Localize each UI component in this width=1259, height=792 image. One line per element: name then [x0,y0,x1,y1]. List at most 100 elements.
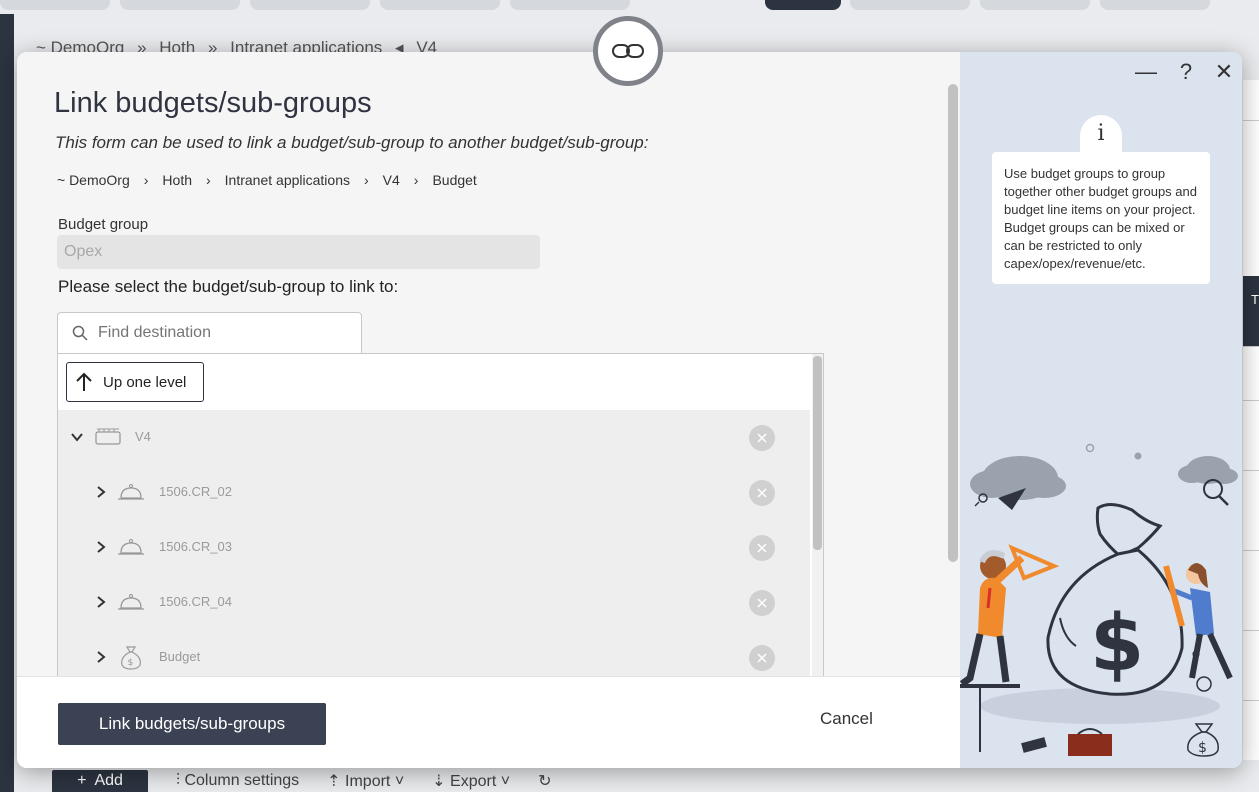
chevron-down-icon[interactable] [70,430,84,444]
breadcrumb-item: V4 [382,172,400,188]
phone-icon [1021,737,1047,753]
search-input[interactable] [98,324,348,342]
budget-group-label: Budget group [58,216,149,233]
chevron-right-icon: › [206,172,211,188]
remove-icon[interactable] [749,480,775,506]
remove-icon[interactable] [749,535,775,561]
help-icon[interactable]: ? [1172,58,1200,86]
link-budgets-button[interactable]: Link budgets/sub-groups [58,703,326,745]
app-tab[interactable] [120,0,240,10]
dot-decoration [1196,676,1212,692]
add-button[interactable]: + Add [52,770,148,792]
grid-row-divider [1243,400,1259,401]
app-tab[interactable] [510,0,630,10]
export-button[interactable]: ⇣ Export ˅ [432,771,510,791]
help-text: Use budget groups to group together othe… [992,152,1210,284]
export-icon: ⇣ [432,773,451,790]
remove-icon[interactable] [749,590,775,616]
minimize-icon[interactable]: — [1132,58,1160,86]
form-scrollbar[interactable] [948,84,958,564]
app-tab[interactable] [250,0,370,10]
toolbox-icon [1068,734,1112,756]
grid-row-divider [1243,630,1259,631]
svg-text:$: $ [1090,599,1144,689]
dialog-title: Link budgets/sub-groups [54,87,372,119]
svg-text:$: $ [1198,740,1207,756]
svg-text:$: $ [128,658,134,668]
app-tab-active[interactable] [765,0,841,10]
refresh-icon[interactable]: ↻ [538,771,551,791]
chevron-right-icon: › [413,172,419,188]
app-grid-edge [1243,80,1259,760]
import-label: Import [345,773,391,790]
grid-row-divider [1243,120,1259,121]
dot-decoration [1085,443,1095,453]
tree-row[interactable]: 1506.CR_02 [58,465,810,520]
bell-icon [118,594,144,610]
grid-header-cell: T [1243,276,1259,346]
tree-row-label: 1506.CR_04 [159,594,232,609]
destination-prompt: Please select the budget/sub-group to li… [58,277,399,296]
import-button[interactable]: ⇡ Import ˅ [327,771,404,791]
grid-header-label: T [1251,292,1259,307]
up-one-level-button[interactable]: Up one level [66,362,204,402]
close-icon[interactable]: ✕ [1210,58,1238,86]
dialog-subtitle: This form can be used to link a budget/s… [55,133,649,152]
chevron-right-icon[interactable] [94,540,108,554]
chevron-right-icon: › [363,172,369,188]
breadcrumb-item: Hoth [162,172,192,188]
link-budgets-dialog: Link budgets/sub-groups This form can be… [17,52,1242,768]
budget-group-field [57,235,540,269]
import-icon: ⇡ [327,773,346,790]
money-bag-icon: $ [121,646,141,670]
arrow-up-icon [76,372,92,391]
breadcrumb: ~ DemoOrg › Hoth › Intranet applications… [57,172,477,188]
export-label: Export [450,773,497,790]
dot-decoration [1134,452,1142,460]
tree-row-label: Budget [159,649,201,664]
tree-row[interactable]: 1506.CR_03 [58,520,810,575]
breadcrumb-item: ~ DemoOrg [57,172,130,188]
app-top-bar [0,0,1259,14]
tree-row[interactable]: 1506.CR_04 [58,575,810,630]
form-pane: Link budgets/sub-groups This form can be… [17,52,960,676]
scrollbar-thumb[interactable] [813,356,822,550]
app-tab[interactable] [850,0,970,10]
plus-icon: + [77,772,87,789]
remove-icon[interactable] [749,425,775,451]
app-tab[interactable] [0,0,110,10]
bell-icon [118,484,144,500]
tree-row[interactable]: V4 [58,410,810,465]
grid-row-divider [1243,550,1259,551]
tree-row-label: V4 [135,429,151,444]
destination-search[interactable] [57,312,362,353]
tree-row-label: 1506.CR_02 [159,484,232,499]
chevron-right-icon[interactable] [94,650,108,664]
link-icon [593,16,663,86]
tree-scrollbar[interactable] [812,354,823,676]
app-tab[interactable] [1100,0,1210,10]
help-panel: — ? ✕ i Use budget groups to group toget… [960,52,1242,768]
board-icon [95,428,121,445]
column-settings-label: Column settings [184,772,300,789]
breadcrumb-item: Budget [432,172,477,188]
tree-row[interactable]: $ Budget [58,630,810,676]
bell-icon [118,539,144,555]
remove-icon[interactable] [749,645,775,671]
chevron-right-icon[interactable] [94,595,108,609]
up-one-level-label: Up one level [103,373,187,391]
money-bag-icon: $ [1187,723,1219,757]
cancel-button[interactable]: Cancel [820,709,873,729]
column-settings-button[interactable]: ⫶ Column settings [176,772,299,790]
grid-row-divider [1243,346,1259,347]
chevron-right-icon[interactable] [94,485,108,499]
app-tab[interactable] [380,0,500,10]
app-tab[interactable] [980,0,1090,10]
search-icon [72,325,88,341]
scrollbar-thumb[interactable] [948,84,958,562]
chevron-right-icon: › [143,172,149,188]
dialog-footer: Link budgets/sub-groups Cancel [17,676,960,768]
info-icon: i [1080,115,1122,157]
grid-row-divider [1243,700,1259,701]
tree-row-label: 1506.CR_03 [159,539,232,554]
